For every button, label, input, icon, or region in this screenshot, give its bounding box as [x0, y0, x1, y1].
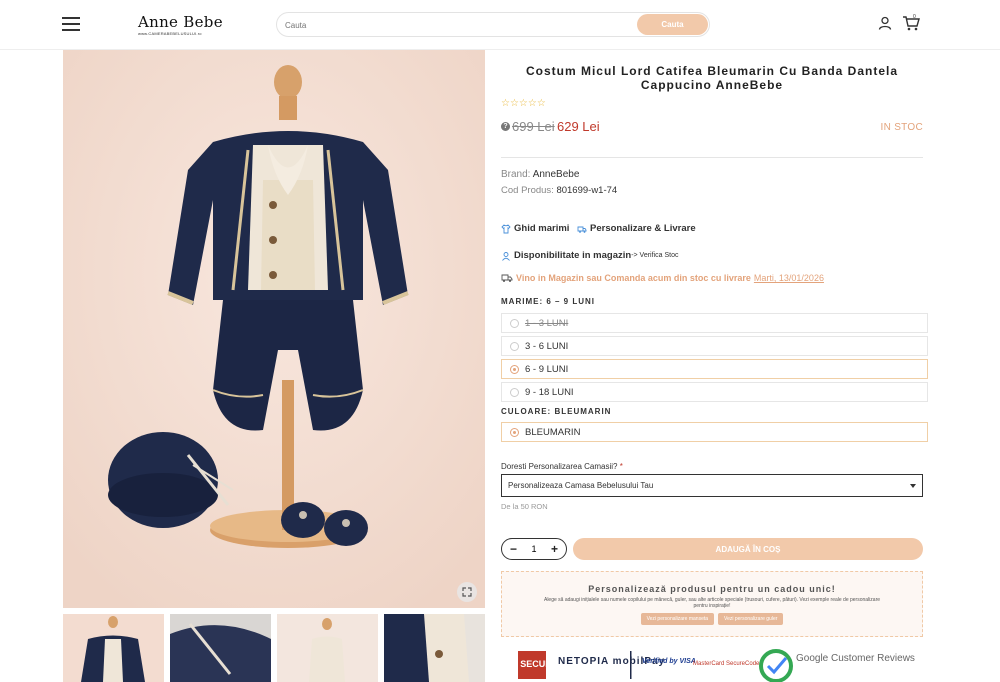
- search-bar: Cauta: [276, 12, 710, 37]
- size-guide-link[interactable]: Ghid marimi: [501, 223, 569, 234]
- size-option-label: 1 - 3 LUNI: [525, 317, 569, 329]
- radio-icon: [510, 341, 519, 351]
- truck-icon: [577, 226, 587, 233]
- site-header: Anne Bebe www.CAMERABEBELUSULUI.ro Cauta…: [0, 0, 1000, 50]
- thumbnail-4[interactable]: [384, 614, 485, 682]
- google-reviews-text: Google Customer Reviews: [796, 653, 915, 664]
- cart-icon[interactable]: [902, 15, 920, 31]
- thumbnail-3[interactable]: [277, 614, 378, 682]
- store-icon: [502, 251, 510, 261]
- color-option[interactable]: BLEUMARIN: [501, 422, 928, 442]
- personalize-price-note: De la 50 RON: [501, 502, 548, 511]
- thumbnail-1[interactable]: [63, 614, 164, 682]
- personalize-select[interactable]: Personalizeaza Camasa Bebelusului Tau: [501, 474, 923, 497]
- sleeve-personalize-button[interactable]: Vezi personalizare manseta: [640, 613, 715, 625]
- color-option-label: BLEUMARIN: [525, 426, 581, 438]
- logo-subtitle: www.CAMERABEBELUSULUI.ro: [138, 31, 202, 36]
- product-main-image[interactable]: [63, 50, 485, 608]
- add-to-cart-button[interactable]: ADAUGĂ ÎN COȘ: [573, 538, 923, 560]
- product-code-value: 801699-w1-74: [556, 185, 618, 196]
- size-option-label: 6 - 9 LUNI: [525, 363, 569, 375]
- delivery-info: Vino in Magazin sau Comanda acum din sto…: [501, 273, 824, 283]
- search-input[interactable]: [285, 16, 625, 34]
- product-code-row: Cod Produs: 801699-w1-74: [501, 185, 617, 196]
- check-stock-link[interactable]: -> Verifica Stoc: [631, 252, 678, 259]
- size-option-label: 9 - 18 LUNI: [525, 386, 574, 398]
- stock-status: IN STOC: [880, 122, 923, 133]
- decrease-button[interactable]: −: [510, 542, 517, 556]
- rating-stars[interactable]: ☆☆☆☆☆: [501, 98, 546, 109]
- size-option-1[interactable]: 1 - 3 LUNI: [501, 313, 928, 333]
- radio-icon: [510, 364, 519, 374]
- size-option-3[interactable]: 6 - 9 LUNI: [501, 359, 928, 379]
- cart-count: 0: [913, 14, 916, 20]
- google-reviews-badge: Google Customer Reviews: [759, 649, 915, 682]
- chevron-down-icon: [910, 484, 916, 488]
- personalize-delivery-link[interactable]: Personalizare & Livrare: [577, 223, 696, 234]
- product-photo: [63, 50, 485, 608]
- divider: [501, 157, 923, 158]
- delivery-date: Marti, 13/01/2026: [753, 273, 824, 283]
- current-price: 629 Lei: [557, 119, 600, 134]
- increase-button[interactable]: +: [551, 542, 558, 556]
- user-icon[interactable]: [878, 16, 892, 30]
- secure-3d-text: 3D SECURE: [518, 659, 558, 669]
- personalize-question: Doresti Personalizarea Camasii? *: [501, 462, 623, 471]
- price-row: ? 699 Lei 629 Lei IN STOC: [501, 118, 923, 136]
- personalize-promo: Personalizează produsul pentru un cadou …: [501, 571, 923, 637]
- promo-text: Alege să adaugi inițialele sau numele co…: [543, 597, 881, 609]
- secure-3d-badge: 3D SECURE: [506, 651, 558, 679]
- personalize-delivery-label: Personalizare & Livrare: [590, 223, 696, 234]
- color-section-label: CULOARE: BLEUMARIN: [501, 407, 612, 416]
- zoom-icon[interactable]: [457, 582, 477, 602]
- question-icon[interactable]: ?: [501, 122, 510, 131]
- menu-icon[interactable]: [62, 17, 80, 31]
- visa-verified-logo: Verified by VISA: [642, 658, 696, 665]
- logo[interactable]: Anne Bebe www.CAMERABEBELUSULUI.ro: [138, 14, 228, 38]
- size-option-label: 3 - 6 LUNI: [525, 340, 569, 352]
- product-code-label: Cod Produs:: [501, 185, 554, 196]
- availability-row[interactable]: Disponibilitate in magazin -> Verifica S…: [501, 250, 678, 261]
- radio-icon: [510, 318, 519, 328]
- brand-row: Brand: AnneBebe: [501, 169, 579, 180]
- quantity-input[interactable]: [527, 544, 541, 554]
- size-option-4[interactable]: 9 - 18 LUNI: [501, 382, 928, 402]
- size-section-label: MARIME: 6 – 9 LUNI: [501, 297, 596, 306]
- required-mark: *: [619, 462, 623, 471]
- logo-brand: Anne Bebe: [138, 13, 223, 31]
- delivery-truck-icon: [501, 274, 513, 282]
- thumbnail-2[interactable]: [170, 614, 271, 682]
- mastercard-logo: MasterCard SecureCode: [693, 661, 760, 667]
- personalize-select-value: Personalizeaza Camasa Bebelusului Tau: [508, 481, 654, 490]
- brand-value[interactable]: AnneBebe: [533, 169, 580, 180]
- collar-personalize-button[interactable]: Vezi personalizare guler: [718, 613, 784, 625]
- delivery-text: Vino in Magazin sau Comanda acum din sto…: [516, 273, 751, 283]
- radio-icon: [510, 387, 519, 397]
- quantity-stepper: − +: [501, 538, 567, 560]
- brand-label: Brand:: [501, 169, 531, 180]
- size-option-2[interactable]: 3 - 6 LUNI: [501, 336, 928, 356]
- product-title: Costum Micul Lord Catifea Bleumarin Cu B…: [525, 64, 899, 92]
- personalize-question-text: Doresti Personalizarea Camasii?: [501, 462, 618, 471]
- promo-title: Personalizează produsul pentru un cadou …: [588, 584, 836, 594]
- availability-label: Disponibilitate in magazin: [514, 250, 632, 261]
- old-price: 699 Lei: [512, 119, 555, 134]
- radio-icon: [510, 427, 519, 437]
- shirt-icon: [501, 223, 511, 233]
- search-button[interactable]: Cauta: [637, 14, 708, 35]
- size-guide-label: Ghid marimi: [514, 223, 570, 234]
- payment-badges: 3D SECURE NETOPIA mobilPay Verified by V…: [506, 647, 918, 682]
- thumbnail-strip: [63, 614, 485, 682]
